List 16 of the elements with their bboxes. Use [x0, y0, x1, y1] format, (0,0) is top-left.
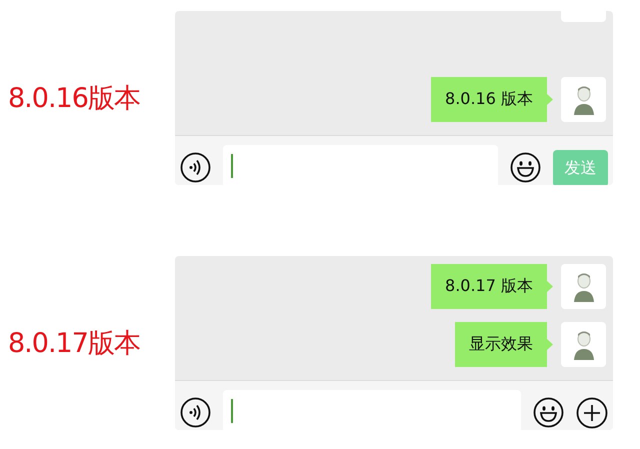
version-label: 8.0.17版本 [7, 327, 141, 361]
voice-icon[interactable] [180, 397, 211, 428]
voice-icon[interactable] [180, 152, 211, 183]
message-input[interactable] [223, 390, 521, 430]
send-button[interactable]: 发送 [553, 150, 608, 185]
plus-icon[interactable] [576, 397, 608, 429]
emoji-icon[interactable] [510, 152, 541, 183]
message-bubble: 8.0.16 版本 [431, 77, 553, 122]
person-icon [572, 272, 594, 302]
message-input[interactable] [223, 145, 498, 185]
emoji-icon[interactable] [533, 397, 564, 428]
message-bubble: 8.0.17 版本 [431, 264, 553, 309]
person-icon [572, 330, 594, 360]
person-icon [572, 84, 594, 114]
version-label: 8.0.16版本 [7, 82, 141, 116]
message-bubble: 显示效果 [455, 322, 553, 367]
